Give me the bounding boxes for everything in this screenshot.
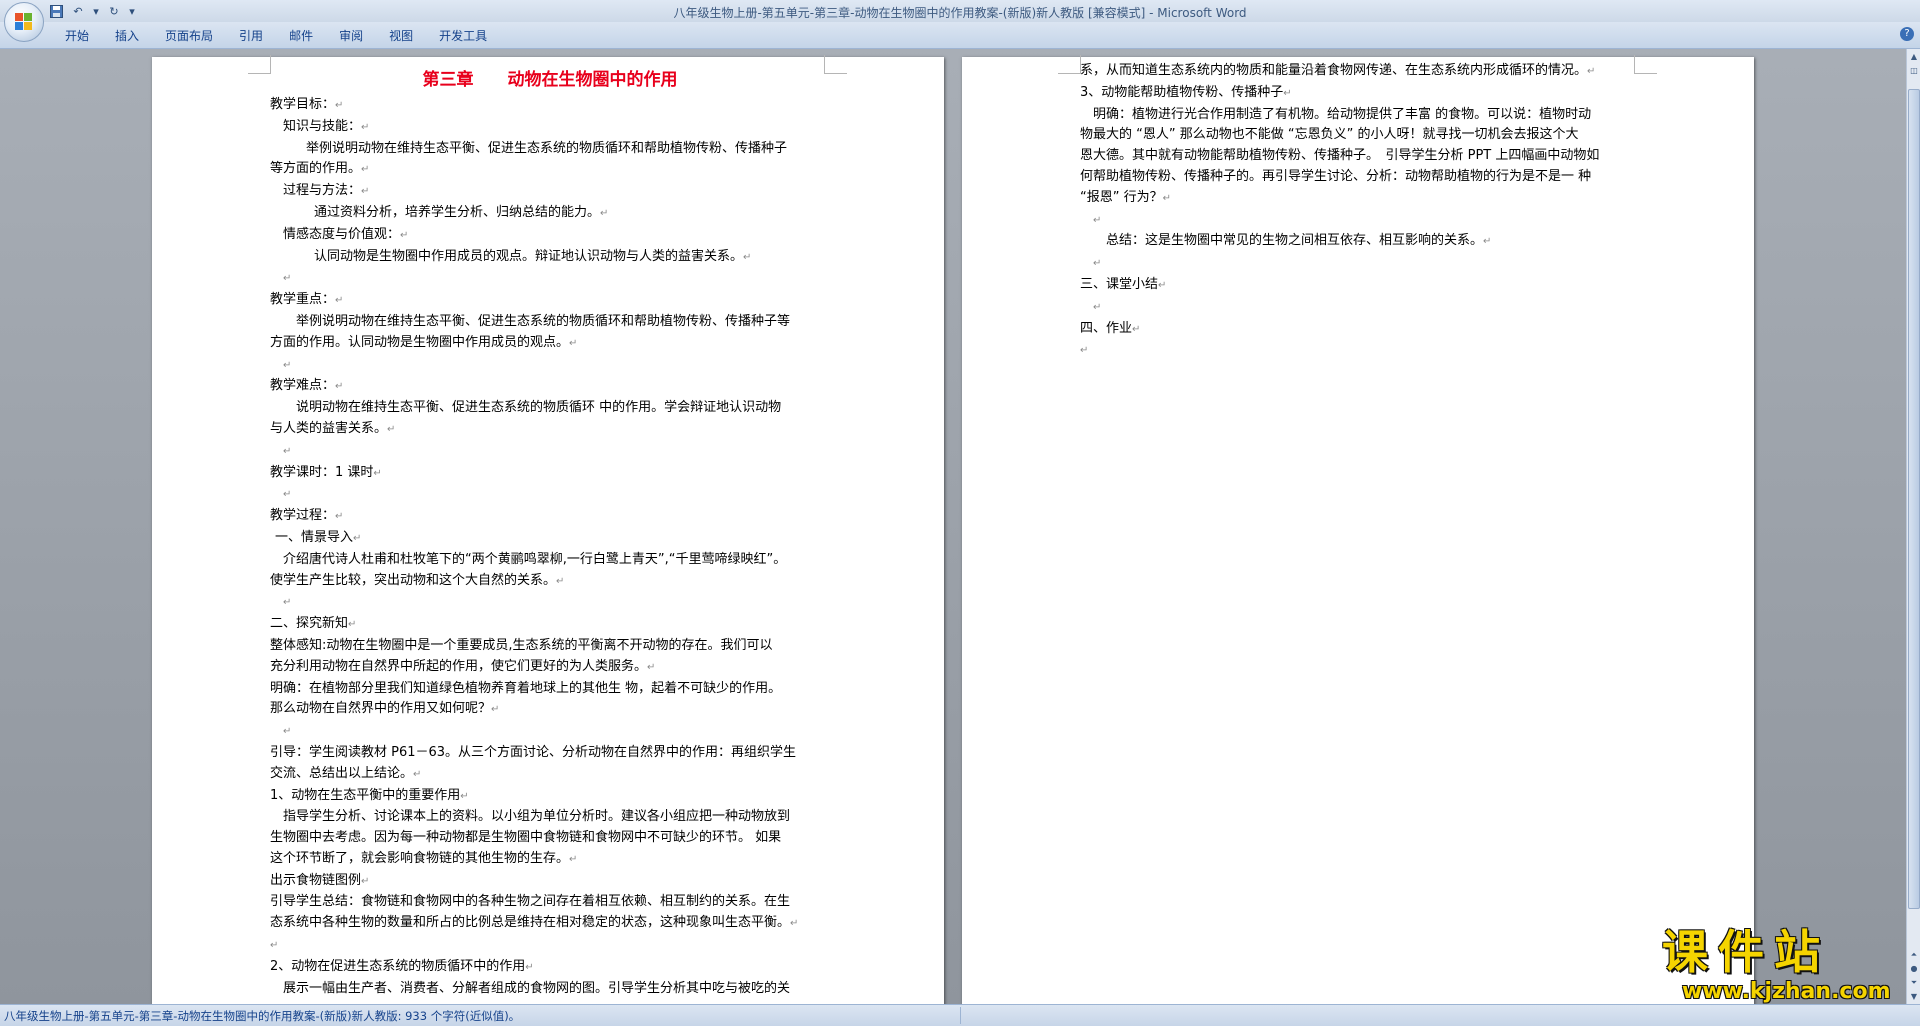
text-line: ↵ (1080, 345, 1089, 357)
text-line: 展示一幅由生产者、消费者、分解者组成的食物网的图。引导学生分析其中吃与被吃的关 (283, 980, 791, 996)
text-line: 物最大的 “恩人” 那么动物也不能做 “忘恩负义” 的小人呀！就寻找一切机会去报… (1080, 127, 1579, 143)
scrollbar-thumb[interactable] (1908, 89, 1920, 909)
text-line: 那么动物在自然界中的作用又如何呢？↵ (270, 701, 500, 717)
text-line: 明确：植物进行光合作用制造了有机物。给动物提供了丰富 的食物。可以说：植物时动 (1093, 106, 1592, 122)
tab-view[interactable]: 视图 (376, 28, 426, 44)
tab-review[interactable]: 审阅 (326, 28, 376, 44)
text-line: 指导学生分析、讨论课本上的资料。以小组为单位分析时。建议各小组应把一种动物放到 (283, 809, 791, 825)
text-line: 介绍唐代诗人杜甫和杜牧笔下的“两个黄鹂鸣翠柳,一行白鹭上青天”,“千里莺啼绿映红… (283, 551, 787, 567)
text-line: 出示食物链图例↵ (270, 872, 370, 888)
text-line: 二、探究新知↵ (270, 616, 357, 632)
ruler-toggle-icon[interactable]: ◫ (1908, 65, 1920, 77)
tab-insert[interactable]: 插入 (102, 28, 152, 44)
text-line: 生物圈中去考虑。因为每一种动物都是生物圈中食物链和食物网中不可缺少的环节。 如果 (270, 830, 782, 846)
text-line: ↵ (283, 359, 292, 371)
watermark-main: 课件站 (1662, 925, 1830, 979)
text-line: ↵ (283, 445, 292, 457)
watermark: 课件站 www.kjzhan.com (1662, 924, 1908, 1004)
text-line: 恩大德。其中就有动物能帮助植物传粉、传播种子。 引导学生分析 PPT 上四幅画中… (1080, 148, 1600, 164)
text-line: 充分利用动物在自然界中所起的作用，使它们更好的为人类服务。↵ (270, 658, 656, 674)
text-line: 通过资料分析，培养学生分析、归纳总结的能力。↵ (314, 204, 609, 220)
text-line: 教学课时：1 课时↵ (270, 464, 382, 480)
ribbon-tab-bar: 开始 插入 页面布局 引用 邮件 审阅 视图 开发工具 ? (0, 22, 1920, 49)
next-page-icon[interactable]: ⏷ (1908, 977, 1920, 989)
text-line: 态系统中各种生物的数量和所占的比例总是维持在相对稳定的状态，这种现象叫生态平衡。… (270, 915, 799, 931)
text-line: 四、作业↵ (1080, 320, 1141, 336)
text-line: 情感态度与价值观：↵ (283, 226, 409, 242)
text-line: 等方面的作用。↵ (270, 161, 370, 177)
scroll-down-icon[interactable]: ▼ (1908, 991, 1920, 1003)
crop-mark (248, 55, 271, 74)
help-icon[interactable]: ? (1900, 27, 1914, 41)
scroll-up-icon[interactable]: ▲ (1908, 51, 1920, 63)
text-line: 教学难点：↵ (270, 378, 344, 394)
office-button[interactable] (4, 2, 44, 42)
text-line: 认同动物是生物圈中作用成员的观点。辩证地认识动物与人类的益害关系。↵ (314, 248, 752, 264)
text-line: 何帮助植物传粉、传播种子的。再引导学生讨论、分析：动物帮助植物的行为是不是一 种 (1080, 168, 1592, 184)
document-page-2[interactable]: 系，从而知道生态系统内的物质和能量沿着食物网传递、在生态系统内形成循环的情况。↵… (962, 55, 1754, 1004)
tab-page-layout[interactable]: 页面布局 (152, 28, 226, 44)
text-line: 整体感知:动物在生物圈中是一个重要成员,生态系统的平衡离不开动物的存在。我们可以 (270, 637, 773, 653)
text-line: ↵ (283, 597, 292, 609)
text-line: 3、动物能帮助植物传粉、传播种子↵ (1080, 84, 1292, 100)
text-line: ↵ (283, 273, 292, 285)
status-text: 八年级生物上册-第五单元-第三章-动物在生物圈中的作用教案-(新版)新人教版: … (4, 1009, 521, 1023)
select-browse-object-icon[interactable]: ● (1908, 963, 1920, 975)
page-2-body: 系，从而知道生态系统内的物质和能量沿着食物网传递、在生态系统内形成循环的情况。↵… (1080, 61, 1640, 362)
text-line: 方面的作用。认同动物是生物圈中作用成员的观点。↵ (270, 334, 578, 350)
tab-mailings[interactable]: 邮件 (276, 28, 326, 44)
text-line: 举例说明动物在维持生态平衡、促进生态系统的物质循环和帮助植物传粉、传播种子 (306, 140, 788, 156)
tab-home[interactable]: 开始 (52, 28, 102, 44)
text-line: 引导学生总结：食物链和食物网中的各种生物之间存在着相互依赖、相互制约的关系。在生 (270, 894, 791, 910)
text-line: 三、课堂小结↵ (1080, 276, 1167, 292)
text-line: 引导：学生阅读教材 P61－63。从三个方面讨论、分析动物在自然界中的作用：再组… (270, 744, 797, 760)
text-line: ↵ (270, 940, 279, 952)
text-line: 举例说明动物在维持生态平衡、促进生态系统的物质循环和帮助植物传粉、传播种子等 (296, 313, 791, 329)
text-line: 一、情景导入↵ (275, 529, 362, 545)
status-divider (960, 1007, 961, 1024)
text-line: “报恩” 行为？↵ (1080, 189, 1171, 205)
text-line: ↵ (1093, 301, 1102, 313)
text-line: 教学目标：↵ (270, 97, 344, 112)
crop-mark (1058, 55, 1081, 74)
document-page-1[interactable]: 第三章 动物在生物圈中的作用 教学目标：↵ 知识与技能：↵ 举例说明动物在维持生… (152, 55, 944, 1004)
text-line: ↵ (1093, 258, 1102, 270)
text-line: ↵ (283, 489, 292, 501)
page-1-body: 第三章 动物在生物圈中的作用 教学目标：↵ 知识与技能：↵ 举例说明动物在维持生… (270, 67, 830, 999)
text-line: 说明动物在维持生态平衡、促进生态系统的物质循环 中的作用。学会辩证地认识动物 (296, 400, 782, 416)
window-title: 八年级生物上册-第五单元-第三章-动物在生物圈中的作用教案-(新版)新人教版 [… (673, 6, 1247, 20)
text-line: 交流、总结出以上结论。↵ (270, 765, 422, 781)
text-line: 2、动物在促进生态系统的物质循环中的作用↵ (270, 958, 534, 974)
watermark-url: www.kjzhan.com (1682, 979, 1891, 1004)
text-line: 明确：在植物部分里我们知道绿色植物养育着地球上的其他生 物，起着不可缺少的作用。 (270, 680, 782, 696)
text-line: ↵ (283, 726, 292, 738)
tab-developer[interactable]: 开发工具 (426, 28, 500, 44)
tab-references[interactable]: 引用 (226, 28, 276, 44)
text-line: ↵ (1093, 214, 1102, 226)
text-line: 过程与方法：↵ (283, 183, 370, 199)
office-logo-icon (15, 13, 33, 31)
text-line: 使学生产生比较，突出动物和这个大自然的关系。↵ (270, 572, 565, 588)
text-line: 1、动物在生态平衡中的重要作用↵ (270, 787, 469, 803)
status-bar: 八年级生物上册-第五单元-第三章-动物在生物圈中的作用教案-(新版)新人教版: … (0, 1004, 1920, 1026)
text-line: 知识与技能：↵ (283, 118, 370, 134)
text-line: 与人类的益害关系。↵ (270, 420, 396, 436)
text-line: 教学过程：↵ (270, 508, 344, 524)
document-workspace[interactable]: 第三章 动物在生物圈中的作用 教学目标：↵ 知识与技能：↵ 举例说明动物在维持生… (0, 49, 1906, 1004)
text-line: 这个环节断了，就会影响食物链的其他生物的生存。↵ (270, 850, 578, 866)
text-line: 教学重点：↵ (270, 292, 344, 308)
document-title: 第三章 动物在生物圈中的作用 (422, 70, 678, 90)
title-bar: ↶ ▾ ↻ ▾ 八年级生物上册-第五单元-第三章-动物在生物圈中的作用教案-(新… (0, 0, 1920, 22)
vertical-scrollbar[interactable]: ▲ ◫ ⏶ ● ⏷ ▼ (1906, 49, 1920, 1004)
text-line: 系，从而知道生态系统内的物质和能量沿着食物网传递、在生态系统内形成循环的情况。↵ (1080, 63, 1596, 78)
text-line: 总结：这是生物圈中常见的生物之间相互依存、相互影响的关系。↵ (1106, 233, 1492, 249)
previous-page-icon[interactable]: ⏶ (1908, 949, 1920, 961)
